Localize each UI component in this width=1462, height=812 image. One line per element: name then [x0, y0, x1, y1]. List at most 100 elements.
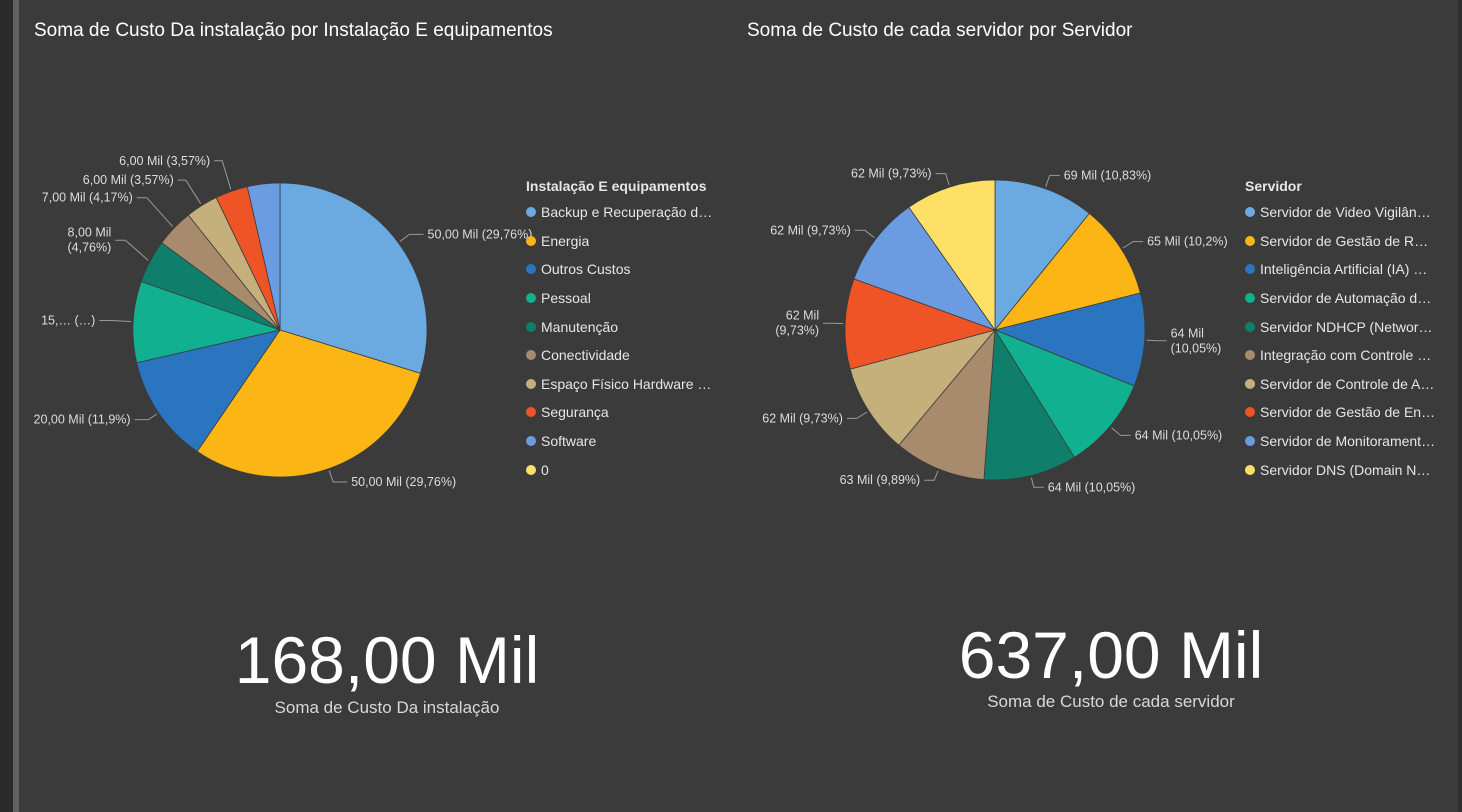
chart2-legend-label-5: Integração com Controle …: [1260, 347, 1432, 364]
chart1-legend-marker-9: [526, 464, 536, 475]
chart2-data-label-4: 64 Mil (10,05%): [1048, 480, 1136, 494]
chart1-title: Soma de Custo Da instalação por Instalaç…: [34, 20, 553, 41]
chart2-legend-label-2: Inteligência Artificial (IA) …: [1260, 261, 1428, 278]
chart1-data-label-3: 15,… (…): [41, 314, 95, 328]
chart2-legend-title: Servidor: [1245, 178, 1302, 194]
chart1-legend-label-7: Segurança: [541, 404, 609, 421]
chart2-legend-item-5[interactable]: Integração com Controle …: [1245, 341, 1447, 370]
chart1-legend-marker-1: [526, 235, 536, 246]
chart1-legend-marker-8: [526, 436, 536, 447]
card2-value: 637,00 Mil: [958, 618, 1264, 692]
chart1-legend-label-6: Espaço Físico Hardware …: [541, 375, 712, 392]
chart2-legend-label-4: Servidor NDHCP (Networ…: [1260, 318, 1433, 335]
chart2-legend-label-8: Servidor de Monitorament…: [1260, 433, 1436, 450]
chart2-legend-label-6: Servidor de Controle de A…: [1260, 375, 1435, 392]
chart1-data-label-7: 6,00 Mil (3,57%): [119, 154, 210, 168]
chart1-legend-item-9[interactable]: 0: [526, 455, 724, 484]
chart2-data-label-3: 64 Mil (10,05%): [1135, 428, 1223, 442]
chart1-data-label-0: 50,00 Mil (29,76%): [428, 227, 533, 241]
chart2-leader-3: [1111, 427, 1131, 436]
chart1-leader-3: [99, 320, 132, 323]
chart1-legend-item-7[interactable]: Segurança: [526, 398, 724, 427]
chart1-leader-0: [399, 233, 424, 242]
chart2-legend-marker-4: [1245, 321, 1255, 332]
chart2-leader-5: [924, 470, 939, 481]
chart1-legend-marker-5: [526, 350, 536, 361]
chart1-legend-item-2[interactable]: Outros Custos: [526, 255, 724, 284]
chart2-legend-item-2[interactable]: Inteligência Artificial (IA) …: [1245, 255, 1447, 284]
chart1-legend-item-8[interactable]: Software: [526, 427, 724, 456]
chart2-leader-1: [1122, 241, 1144, 249]
chart1-legend-item-0[interactable]: Backup e Recuperação d…: [526, 198, 724, 227]
chart2-data-label-5: 63 Mil (9,89%): [840, 473, 921, 487]
chart1-data-label-5: 7,00 Mil (4,17%): [42, 191, 133, 205]
chart1-legend-marker-7: [526, 407, 536, 418]
chart1-legend-item-4[interactable]: Manutenção: [526, 312, 724, 341]
card1-label: Soma de Custo Da instalação: [274, 698, 500, 717]
chart2-legend-marker-7: [1245, 407, 1255, 418]
chart1-legend-label-2: Outros Custos: [541, 261, 631, 278]
chart1-legend-label-5: Conectividade: [541, 347, 630, 364]
chart2-legend-marker-3: [1245, 293, 1255, 304]
chart2-pie[interactable]: 69 Mil (10,83%) 65 Mil (10,2%) 64 Mil (10,0…: [720, 120, 1240, 540]
chart1-data-label-2: 20,00 Mil (11,9%): [34, 413, 131, 427]
chart2-legend[interactable]: Servidor Servidor de Video Vigilân… Servi…: [1245, 178, 1447, 484]
chart2-legend-item-3[interactable]: Servidor de Automação d…: [1245, 284, 1447, 313]
chart2-legend-item-8[interactable]: Servidor de Monitorament…: [1245, 427, 1447, 456]
chart1-legend-item-3[interactable]: Pessoal: [526, 284, 724, 313]
chart2-legend-label-0: Servidor de Video Vigilân…: [1260, 204, 1431, 221]
chart2-data-label-6: 62 Mil (9,73%): [762, 411, 843, 425]
chart2-legend-item-1[interactable]: Servidor de Gestão de R…: [1245, 227, 1447, 256]
chart2-legend-item-0[interactable]: Servidor de Video Vigilân…: [1245, 198, 1447, 227]
chart1-legend-item-6[interactable]: Espaço Físico Hardware …: [526, 370, 724, 399]
chart2-legend-label-1: Servidor de Gestão de R…: [1260, 232, 1429, 249]
chart2-title: Soma de Custo de cada servidor por Servi…: [747, 20, 1133, 41]
chart1-legend-item-1[interactable]: Energia: [526, 227, 724, 256]
chart2-data-label-7: 62 Mil (9,73%): [775, 309, 819, 338]
card2-label: Soma de Custo de cada servidor: [987, 692, 1235, 711]
chart2-legend-item-7[interactable]: Servidor de Gestão de En…: [1245, 398, 1447, 427]
chart1-leader-2: [134, 413, 158, 421]
chart2-legend-marker-8: [1245, 436, 1255, 447]
chart2-data-label-8: 62 Mil (9,73%): [770, 223, 851, 237]
chart2-legend-marker-2: [1245, 264, 1255, 275]
chart2-legend-item-9[interactable]: Servidor DNS (Domain N…: [1245, 455, 1447, 484]
chart2-legend-item-6[interactable]: Servidor de Controle de A…: [1245, 370, 1447, 399]
chart1-leader-6: [177, 179, 202, 205]
chart1-pie[interactable]: 50,00 Mil (29,76%) 50,00 Mil (29,76%) 20,0…: [0, 120, 533, 540]
chart1-legend-marker-2: [526, 264, 536, 275]
chart1-leader-1: [328, 470, 348, 483]
chart2-legend-marker-5: [1245, 350, 1255, 361]
chart2-leader-9: [935, 173, 950, 186]
chart2-leader-2: [1146, 339, 1167, 342]
chart1-legend-marker-0: [526, 207, 536, 218]
chart2-legend-marker-0: [1245, 207, 1255, 218]
card1-value: 168,00 Mil: [234, 623, 540, 697]
chart1-legend-label-3: Pessoal: [541, 290, 591, 307]
chart2-legend-item-4[interactable]: Servidor NDHCP (Networ…: [1245, 312, 1447, 341]
chart1-legend-marker-4: [526, 321, 536, 332]
chart1-leader-7: [214, 160, 232, 190]
chart2-data-label-1: 65 Mil (10,2%): [1147, 235, 1228, 249]
chart1-data-label-6: 6,00 Mil (3,57%): [83, 173, 174, 187]
chart2-legend-label-3: Servidor de Automação d…: [1260, 290, 1432, 307]
chart2-legend-marker-6: [1245, 378, 1255, 389]
chart1-legend-label-8: Software: [541, 433, 597, 450]
chart1-legend-label-1: Energia: [541, 232, 590, 249]
chart1-leader-4: [115, 239, 149, 261]
chart1-legend-item-5[interactable]: Conectividade: [526, 341, 724, 370]
chart1-legend-marker-6: [526, 378, 536, 389]
chart1-legend-label-0: Backup e Recuperação d…: [541, 204, 713, 221]
chart2-legend-marker-1: [1245, 235, 1255, 246]
chart2-legend-label-9: Servidor DNS (Domain N…: [1260, 461, 1431, 478]
chart2-leader-8: [854, 229, 875, 238]
right-edge-strip: [1458, 0, 1462, 812]
chart1-legend-title: Instalação E equipamentos: [526, 178, 707, 194]
chart1-legend[interactable]: Instalação E equipamentos Backup e Recup…: [526, 178, 724, 484]
chart1-leader-5: [136, 197, 174, 227]
chart2-data-label-2: 64 Mil (10,05%): [1171, 326, 1222, 355]
chart2-data-label-9: 62 Mil (9,73%): [851, 167, 932, 181]
chart1-data-label-4: 8,00 Mil (4,76%): [68, 226, 112, 255]
chart2-legend-marker-9: [1245, 464, 1255, 475]
chart2-data-label-0: 69 Mil (10,83%): [1064, 168, 1152, 182]
